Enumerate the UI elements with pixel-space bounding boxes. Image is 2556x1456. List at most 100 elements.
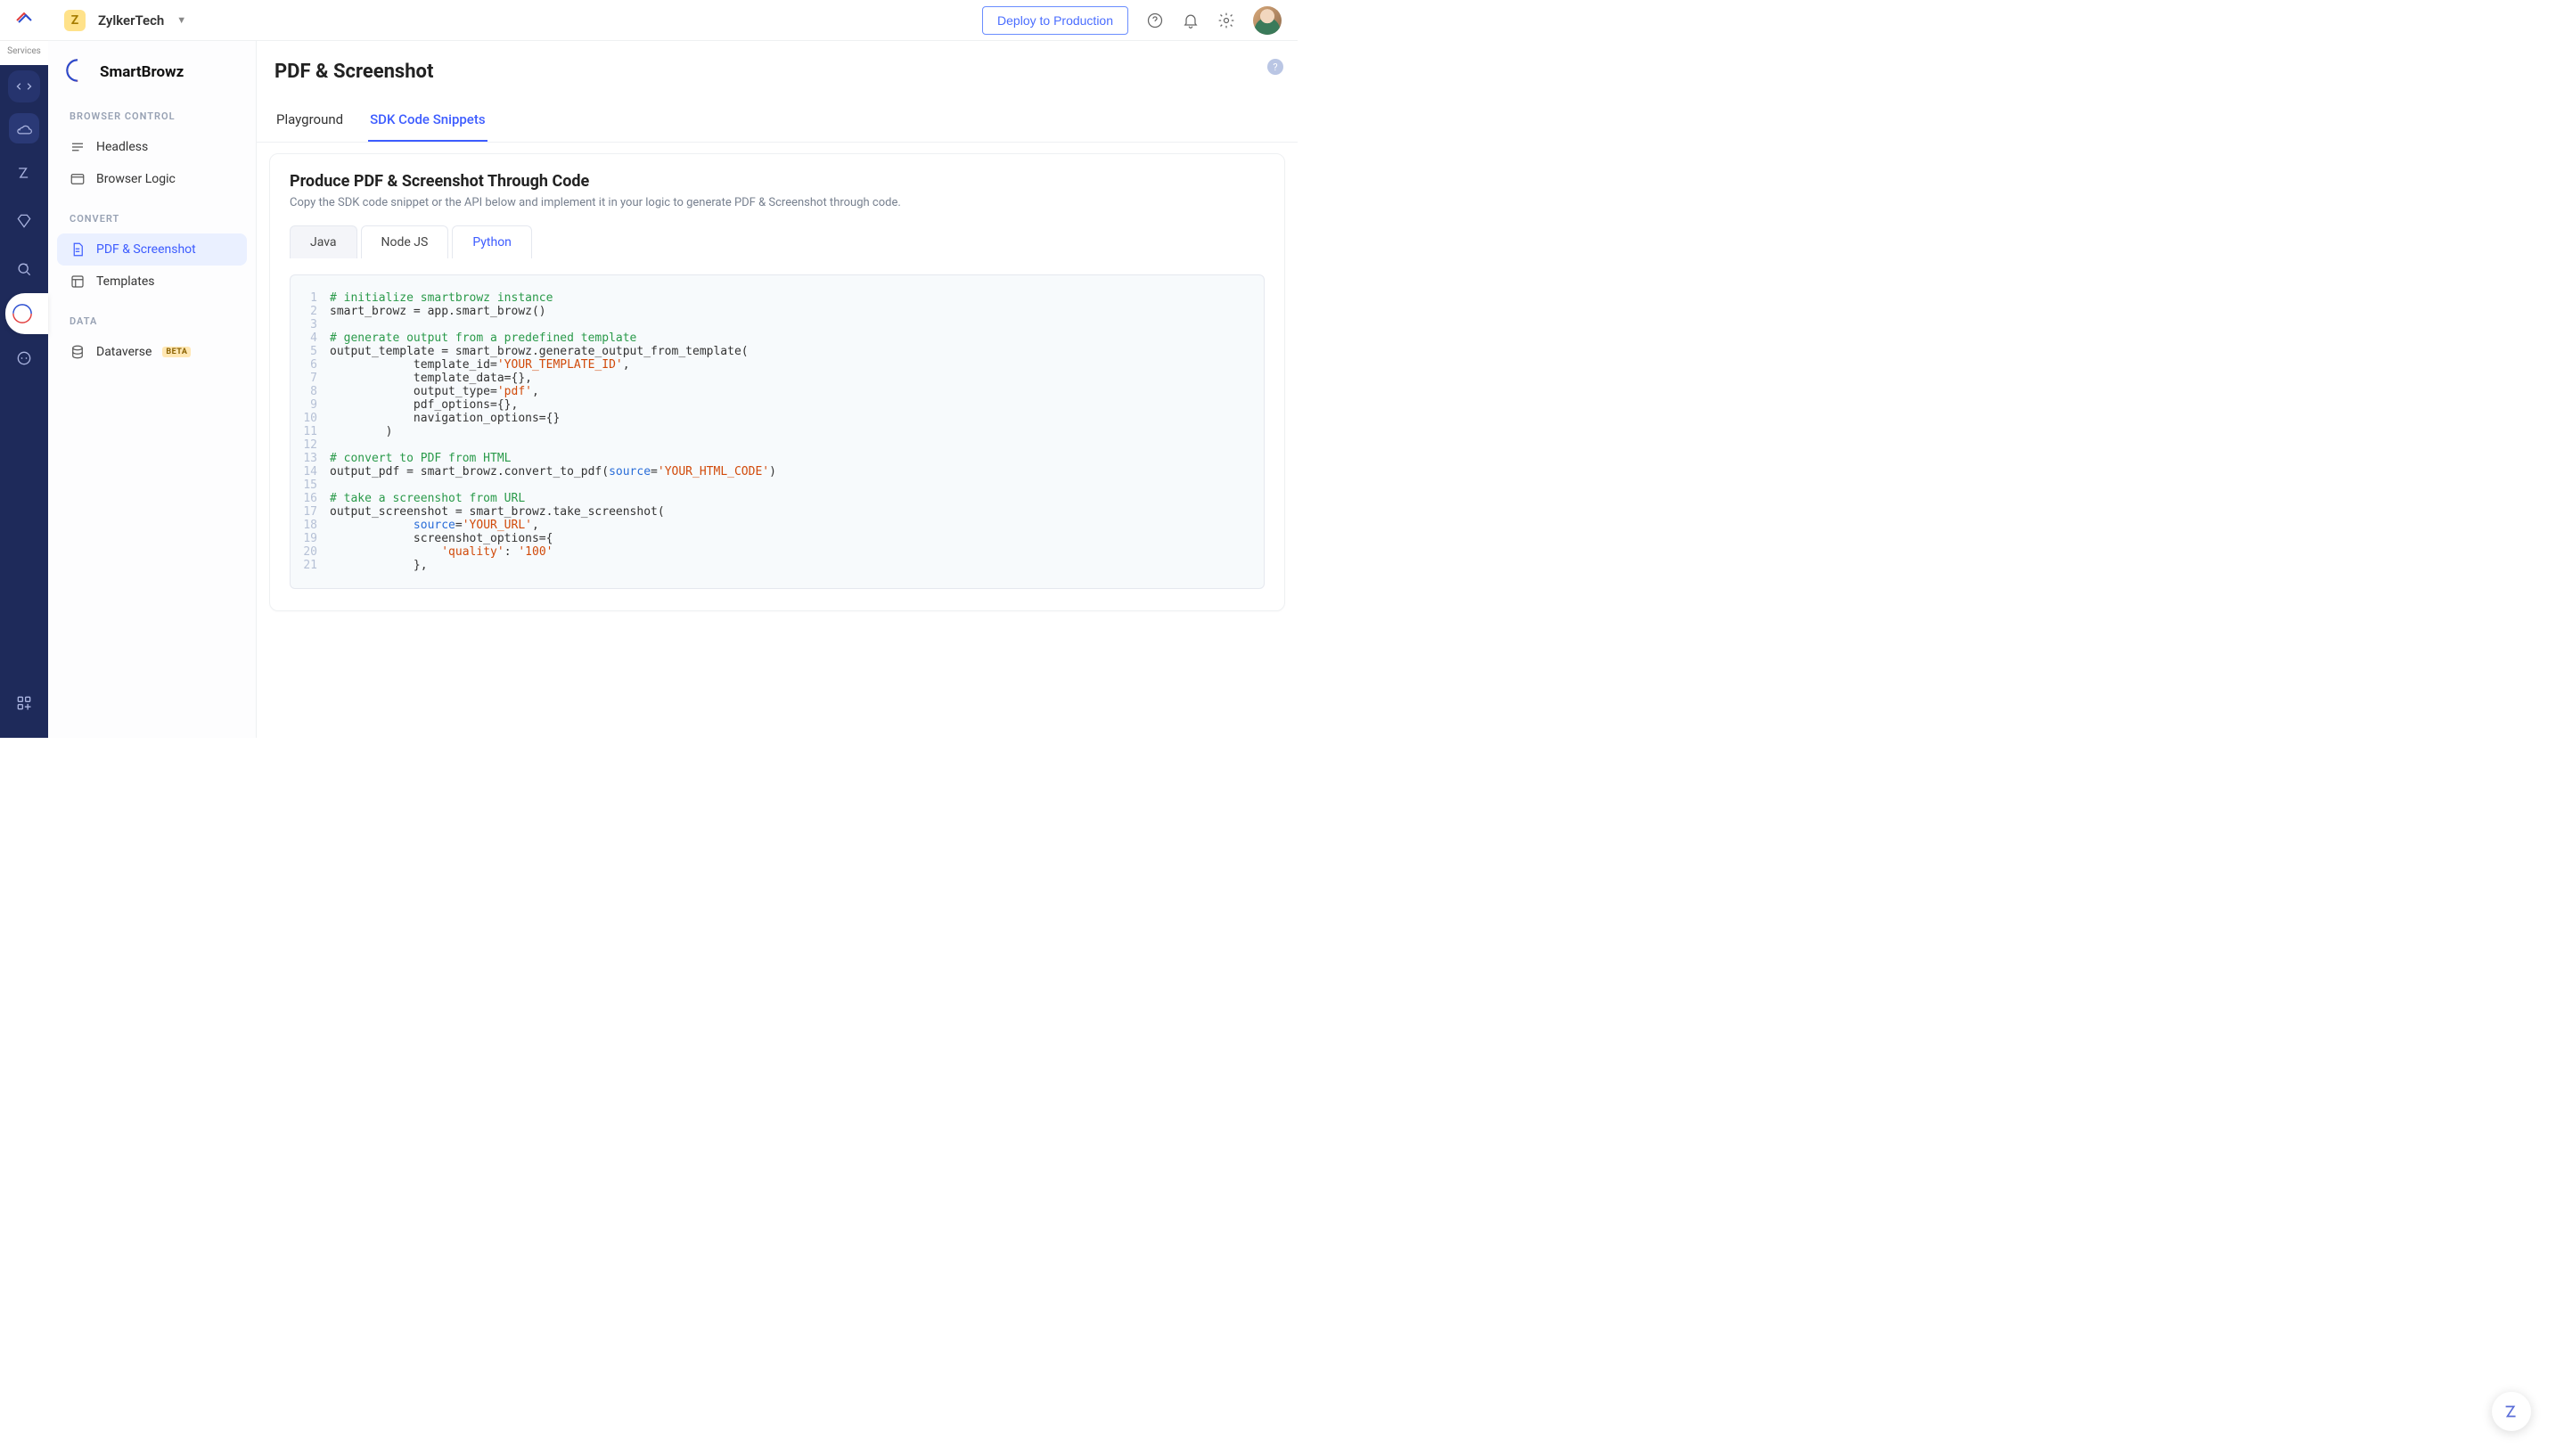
nav-label: Templates <box>96 274 155 289</box>
code-text: source='YOUR_URL', <box>330 519 539 532</box>
line-number: 9 <box>299 398 330 412</box>
nav-label: Headless <box>96 140 148 154</box>
code-text: 'quality': '100' <box>330 545 553 559</box>
rail-services-label: Services <box>0 41 48 65</box>
rail-service-smartbrowz-icon[interactable] <box>5 293 48 334</box>
rail-service-zia-icon[interactable] <box>0 149 48 197</box>
rail-service-cloud-icon[interactable] <box>9 113 39 143</box>
sidebar-item-browser-logic[interactable]: Browser Logic <box>57 163 247 195</box>
help-badge-icon[interactable]: ? <box>1267 59 1283 75</box>
rail-service-1[interactable] <box>8 70 40 102</box>
line-number: 15 <box>299 479 330 492</box>
line-number: 4 <box>299 331 330 345</box>
floating-help-button[interactable] <box>2492 1392 2531 1431</box>
rail-service-diamond-icon[interactable] <box>0 197 48 245</box>
sidebar-item-dataverse[interactable]: Dataverse BETA <box>57 336 247 368</box>
page-title: PDF & Screenshot <box>257 61 1298 83</box>
panel-heading: Produce PDF & Screenshot Through Code <box>290 172 1265 191</box>
line-number: 2 <box>299 305 330 318</box>
code-text: navigation_options={} <box>330 412 560 425</box>
tab-sdk-code-snippets[interactable]: SDK Code Snippets <box>368 102 487 142</box>
nav-label: PDF & Screenshot <box>96 242 196 257</box>
code-line: 17output_screenshot = smart_browz.take_s… <box>299 505 1255 519</box>
brand-logo <box>0 0 48 41</box>
code-text: output_screenshot = smart_browz.take_scr… <box>330 505 665 519</box>
code-text: pdf_options={}, <box>330 398 518 412</box>
line-number: 20 <box>299 545 330 559</box>
lang-tab-node[interactable]: Node JS <box>361 225 449 258</box>
code-line: 20 'quality': '100' <box>299 545 1255 559</box>
rail-service-bot-icon[interactable] <box>0 334 48 382</box>
code-panel: Produce PDF & Screenshot Through Code Co… <box>269 153 1285 611</box>
deploy-to-production-button[interactable]: Deploy to Production <box>982 6 1128 35</box>
code-text: # generate output from a predefined temp… <box>330 331 636 345</box>
line-number: 21 <box>299 559 330 572</box>
code-line: 3 <box>299 318 1255 331</box>
code-line: 2smart_browz = app.smart_browz() <box>299 305 1255 318</box>
code-text: # initialize smartbrowz instance <box>330 291 553 305</box>
lang-tab-java[interactable]: Java <box>290 225 357 258</box>
line-number: 19 <box>299 532 330 545</box>
line-number: 6 <box>299 358 330 372</box>
beta-badge: BETA <box>162 347 191 357</box>
sidebar-item-pdf-screenshot[interactable]: PDF & Screenshot <box>57 233 247 266</box>
line-number: 16 <box>299 492 330 505</box>
sidebar: SmartBrowz BROWSER CONTROL Headless Brow… <box>48 41 257 738</box>
tab-playground[interactable]: Playground <box>274 102 345 142</box>
sidebar-item-templates[interactable]: Templates <box>57 266 247 298</box>
org-name[interactable]: ZylkerTech <box>98 12 164 29</box>
help-icon[interactable] <box>1146 12 1164 29</box>
rail-service-search-icon[interactable] <box>0 245 48 293</box>
bell-icon[interactable] <box>1182 12 1200 29</box>
avatar[interactable] <box>1253 6 1282 35</box>
line-number: 5 <box>299 345 330 358</box>
chevron-down-icon[interactable]: ▼ <box>176 14 186 26</box>
product-header: SmartBrowz <box>57 57 247 105</box>
file-icon <box>70 241 86 258</box>
smartbrowz-logo-icon <box>64 57 91 87</box>
line-number: 8 <box>299 385 330 398</box>
code-line: 13# convert to PDF from HTML <box>299 452 1255 465</box>
sidebar-item-headless[interactable]: Headless <box>57 131 247 163</box>
gear-icon[interactable] <box>1217 12 1235 29</box>
lang-tab-python[interactable]: Python <box>452 225 532 258</box>
line-number: 3 <box>299 318 330 331</box>
code-line: 7 template_data={}, <box>299 372 1255 385</box>
line-number: 12 <box>299 438 330 452</box>
line-number: 17 <box>299 505 330 519</box>
layers-icon <box>70 139 86 155</box>
code-text: template_data={}, <box>330 372 532 385</box>
code-line: 15 <box>299 479 1255 492</box>
template-icon <box>70 274 86 290</box>
line-number: 7 <box>299 372 330 385</box>
code-line: 18 source='YOUR_URL', <box>299 519 1255 532</box>
nav-label: Dataverse <box>96 345 152 359</box>
code-text: # take a screenshot from URL <box>330 492 525 505</box>
browser-icon <box>70 171 86 187</box>
rail-apps-icon[interactable] <box>0 679 48 727</box>
code-block[interactable]: 1# initialize smartbrowz instance2smart_… <box>290 274 1265 589</box>
line-number: 10 <box>299 412 330 425</box>
zia-icon <box>2502 1402 2521 1421</box>
nav-label: Browser Logic <box>96 172 176 186</box>
database-icon <box>70 344 86 360</box>
code-line: 9 pdf_options={}, <box>299 398 1255 412</box>
code-line: 6 template_id='YOUR_TEMPLATE_ID', <box>299 358 1255 372</box>
code-line: 10 navigation_options={} <box>299 412 1255 425</box>
code-text: template_id='YOUR_TEMPLATE_ID', <box>330 358 630 372</box>
main-content: PDF & Screenshot ? Playground SDK Code S… <box>257 41 1298 738</box>
code-line: 11 ) <box>299 425 1255 438</box>
page-tabs: Playground SDK Code Snippets <box>257 102 1298 143</box>
line-number: 13 <box>299 452 330 465</box>
code-text: ) <box>330 425 392 438</box>
product-title: SmartBrowz <box>100 63 184 81</box>
code-line: 19 screenshot_options={ <box>299 532 1255 545</box>
code-text: smart_browz = app.smart_browz() <box>330 305 546 318</box>
panel-subtitle: Copy the SDK code snippet or the API bel… <box>290 196 1265 209</box>
code-line: 16# take a screenshot from URL <box>299 492 1255 505</box>
line-number: 1 <box>299 291 330 305</box>
code-line: 4# generate output from a predefined tem… <box>299 331 1255 345</box>
code-line: 5output_template = smart_browz.generate_… <box>299 345 1255 358</box>
code-text: screenshot_options={ <box>330 532 553 545</box>
code-line: 14output_pdf = smart_browz.convert_to_pd… <box>299 465 1255 479</box>
